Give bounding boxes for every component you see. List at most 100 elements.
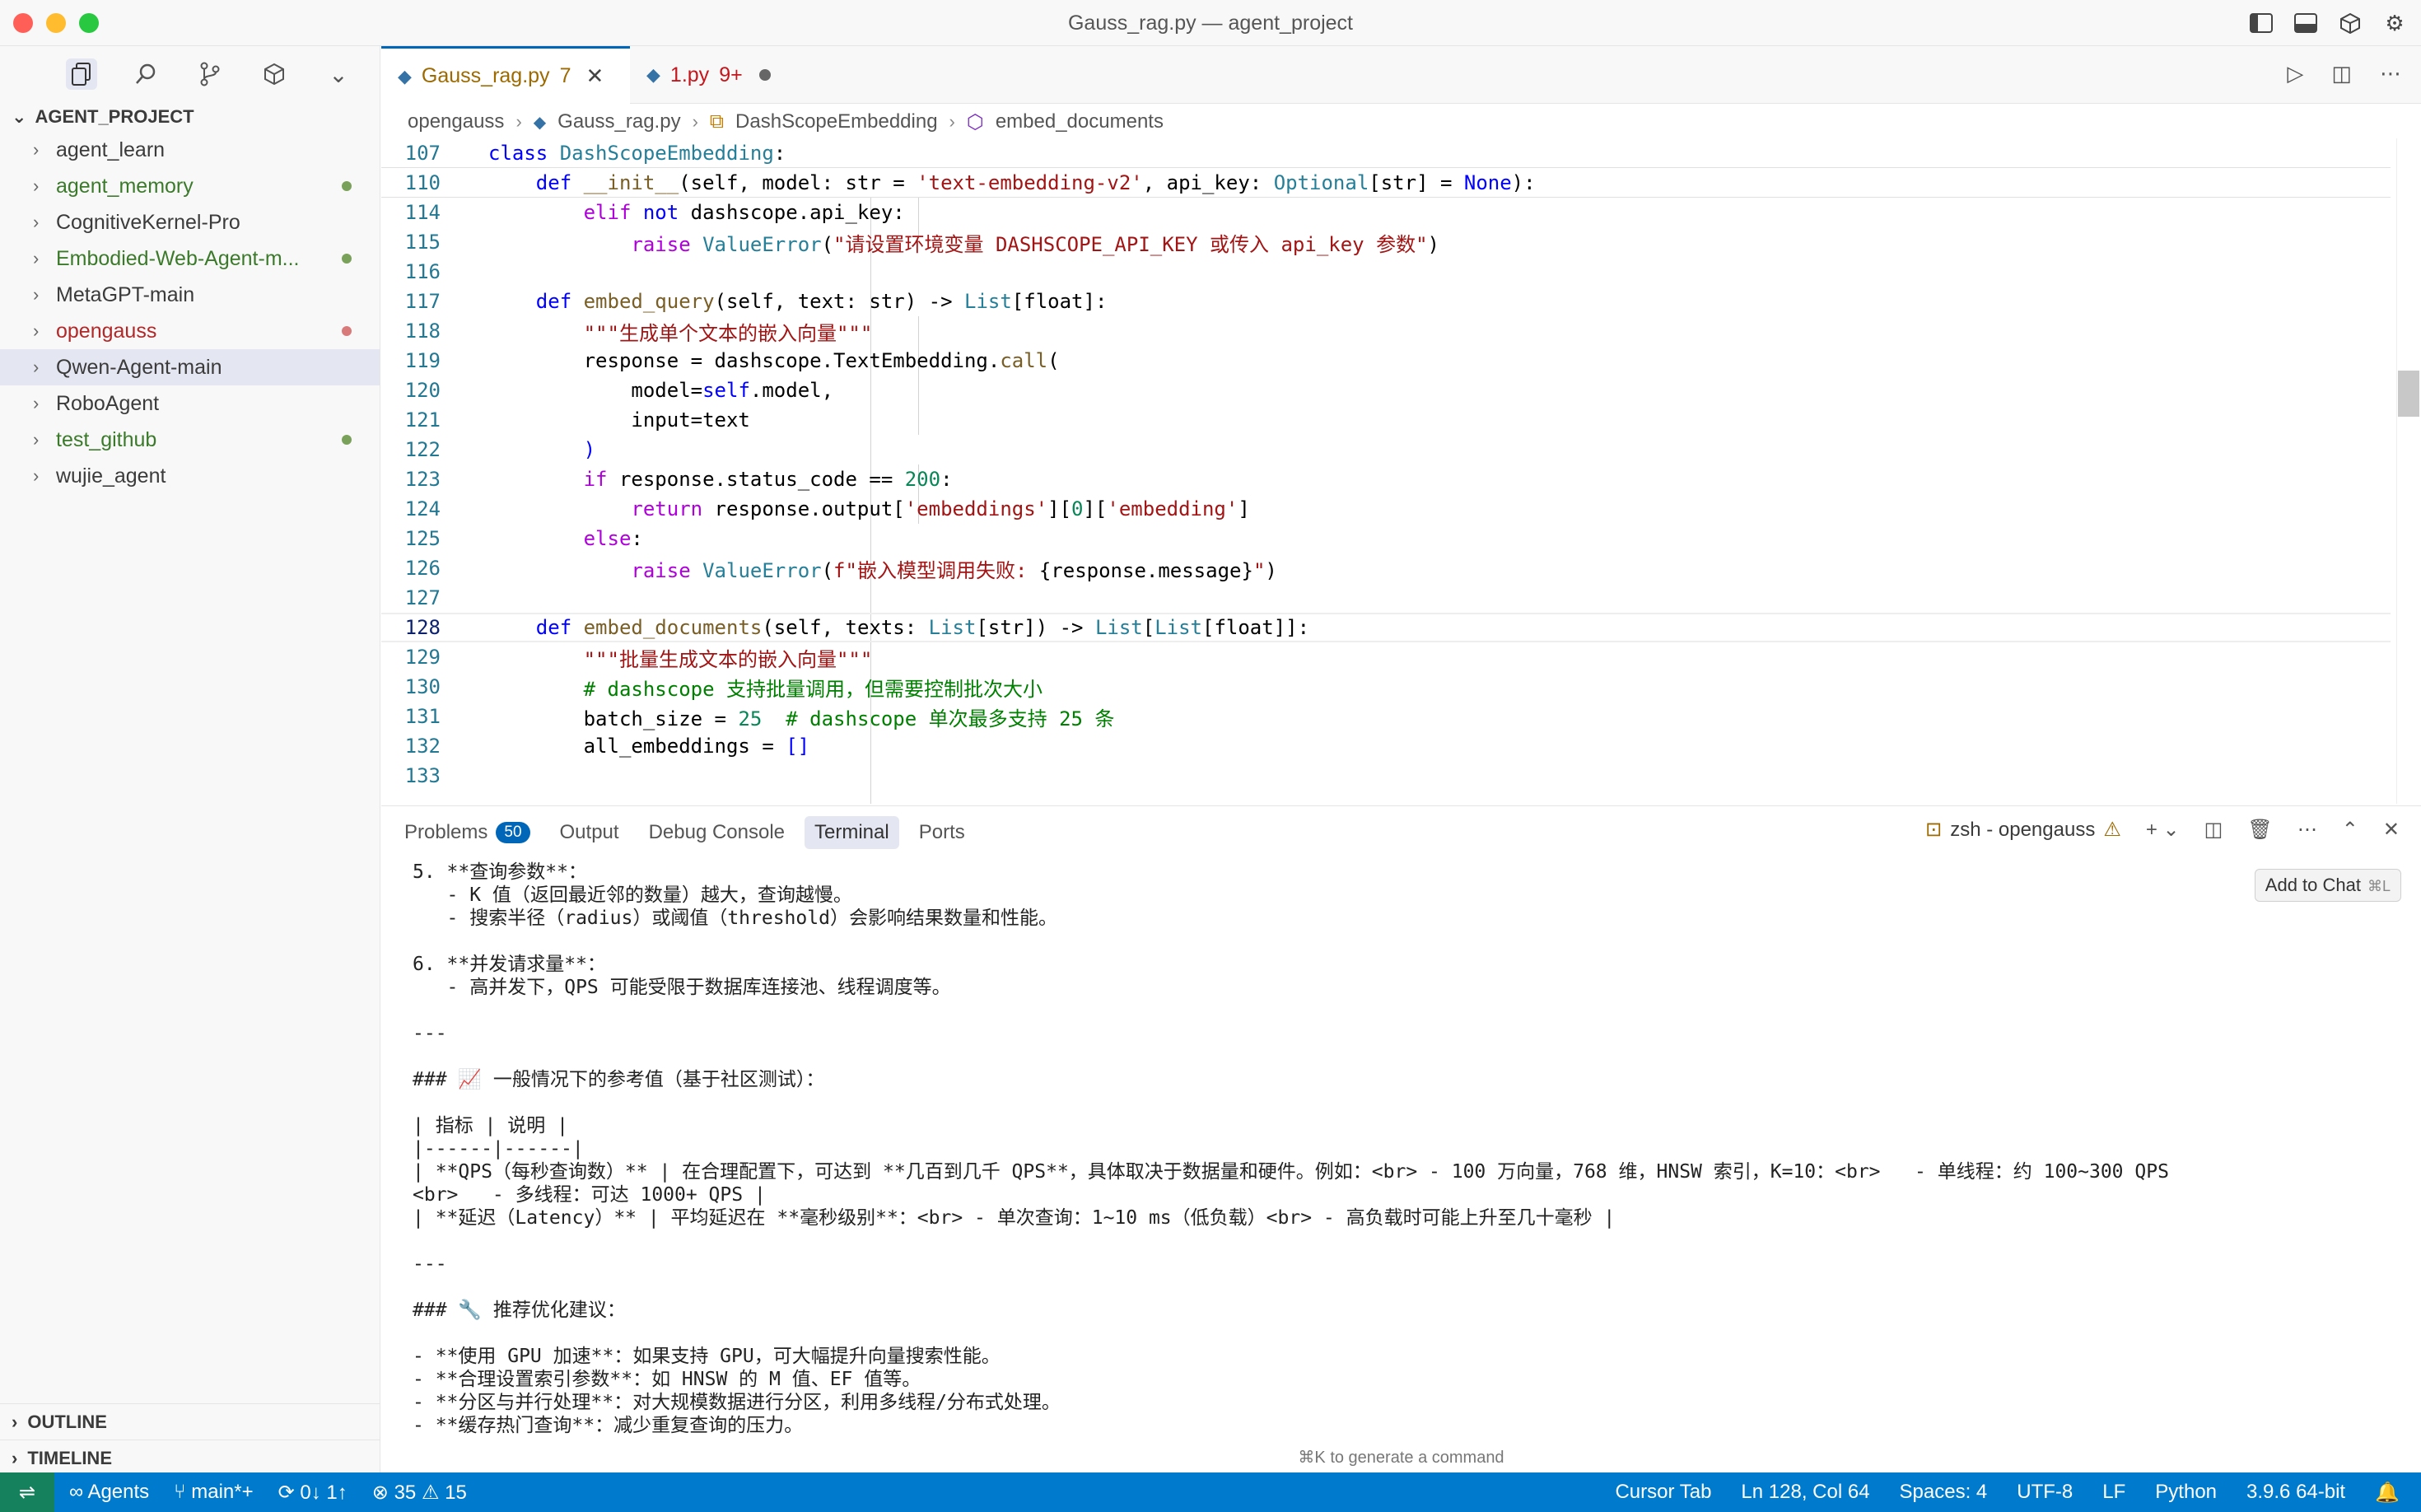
source-control-icon[interactable] xyxy=(194,58,226,90)
folder-item-agent-learn[interactable]: › agent_learn xyxy=(0,132,380,168)
remote-indicator-icon[interactable]: ⇌ xyxy=(0,1472,54,1512)
code-line[interactable]: 127 xyxy=(381,583,2391,613)
folder-item-cognitivekernel-pro[interactable]: › CognitiveKernel-Pro xyxy=(0,204,380,240)
encoding-item[interactable]: UTF-8 xyxy=(2017,1481,2073,1504)
chevron-right-icon: › xyxy=(33,175,40,196)
method-symbol-icon: ⬡ xyxy=(966,110,984,133)
trash-icon[interactable]: 🗑 xyxy=(2247,818,2272,842)
explorer-files-icon[interactable] xyxy=(66,58,97,90)
code-line[interactable]: 124 return response.output['embeddings']… xyxy=(381,494,2391,524)
editor-scroll-thumb[interactable] xyxy=(2398,371,2419,417)
explorer-sidebar: ⌄ ⌄ AGENT_PROJECT › agent_learn › agent_… xyxy=(0,46,380,1472)
outline-section-header[interactable]: › OUTLINE xyxy=(0,1403,380,1440)
split-terminal-icon[interactable]: ◫ xyxy=(2204,818,2223,842)
code-line[interactable]: 122 ) xyxy=(381,435,2391,464)
folder-item-roboagent[interactable]: › RoboAgent xyxy=(0,385,380,422)
chevron-right-icon: › xyxy=(33,320,40,341)
toggle-primary-sidebar-icon[interactable] xyxy=(2248,10,2274,36)
folder-item-test-github[interactable]: › test_github xyxy=(0,422,380,458)
tab-ports[interactable]: Ports xyxy=(909,816,975,849)
code-line[interactable]: 126 raise ValueError(f"嵌入模型调用失败: {respon… xyxy=(381,553,2391,583)
code-line[interactable]: 131 batch_size = 25 # dashscope 单次最多支持 2… xyxy=(381,702,2391,731)
folder-item-wujie-agent[interactable]: › wujie_agent xyxy=(0,458,380,494)
problems-status-item[interactable]: ⊗ 35 ⚠ 15 xyxy=(372,1481,467,1505)
indentation-item[interactable]: Spaces: 4 xyxy=(1900,1481,1988,1504)
code-line[interactable]: 129 """批量生成文本的嵌入向量""" xyxy=(381,642,2391,672)
interpreter-item[interactable]: 3.9.6 64-bit xyxy=(2246,1481,2345,1504)
more-actions-icon[interactable]: ⋯ xyxy=(2297,818,2317,842)
toggle-panel-icon[interactable] xyxy=(2293,10,2319,36)
code-line[interactable]: 116 xyxy=(381,257,2391,287)
sync-status-item[interactable]: ⟳ 0↓ 1↑ xyxy=(278,1481,348,1505)
folder-item-embodied-web-agent[interactable]: › Embodied-Web-Agent-m... xyxy=(0,240,380,277)
folder-item-agent-memory[interactable]: › agent_memory xyxy=(0,168,380,204)
code-line[interactable]: 132 all_embeddings = [] xyxy=(381,731,2391,761)
tab-gauss-rag[interactable]: ◆ Gauss_rag.py 7 ✕ xyxy=(381,46,630,104)
code-line-current[interactable]: 128 def embed_documents(self, texts: Lis… xyxy=(381,613,2391,642)
eol-item[interactable]: LF xyxy=(2102,1481,2125,1504)
notifications-bell-icon[interactable]: 🔔 xyxy=(2375,1481,2400,1505)
breadcrumb-item[interactable]: embed_documents xyxy=(996,110,1164,133)
chevron-right-icon: › xyxy=(515,111,522,132)
search-icon[interactable] xyxy=(130,58,161,90)
code-line[interactable]: 110 def __init__(self, model: str = 'tex… xyxy=(381,168,2391,198)
settings-gear-icon[interactable]: ⚙ xyxy=(2381,10,2408,36)
code-line[interactable]: 117 def embed_query(self, text: str) -> … xyxy=(381,287,2391,316)
maximize-panel-icon[interactable]: ⌃ xyxy=(2342,818,2358,842)
terminal-output[interactable]: 5. **查询参数**： - K 值（返回最近邻的数量）越大，查询越慢。 - 搜… xyxy=(413,861,2389,1437)
timeline-section-header[interactable]: › TIMELINE xyxy=(0,1440,380,1476)
cursor-tab-item[interactable]: Cursor Tab xyxy=(1615,1481,1711,1504)
folder-item-qwen-agent-main[interactable]: › Qwen-Agent-main xyxy=(0,349,380,385)
panel-tab-strip: Problems 50 Output Debug Console Termina… xyxy=(394,816,975,849)
tab-terminal[interactable]: Terminal xyxy=(805,816,899,849)
terminal-selector[interactable]: ⊡ zsh - opengauss ⚠ xyxy=(1925,818,2121,842)
code-line[interactable]: 123 if response.status_code == 200: xyxy=(381,464,2391,494)
python-file-icon: ◆ xyxy=(533,113,547,132)
tab-problems[interactable]: Problems 50 xyxy=(394,816,540,849)
code-line[interactable]: 130 # dashscope 支持批量调用，但需要控制批次大小 xyxy=(381,672,2391,702)
code-line[interactable]: 107 class DashScopeEmbedding: xyxy=(381,138,2391,168)
folder-item-opengauss[interactable]: › opengauss xyxy=(0,313,380,349)
code-line[interactable]: 118 """生成单个文本的嵌入向量""" xyxy=(381,316,2391,346)
code-line[interactable]: 125 else: xyxy=(381,524,2391,553)
code-line[interactable]: 114 elif not dashscope.api_key: xyxy=(381,198,2391,227)
breadcrumb-item[interactable]: Gauss_rag.py xyxy=(557,110,680,133)
language-mode-item[interactable]: Python xyxy=(2155,1481,2217,1504)
close-tab-icon[interactable]: ✕ xyxy=(585,63,604,89)
tab-1-py[interactable]: ◆ 1.py 9+ xyxy=(630,46,795,104)
cursor-position-item[interactable]: Ln 128, Col 64 xyxy=(1741,1481,1869,1504)
code-editor[interactable]: 107 class DashScopeEmbedding: 110 def __… xyxy=(381,138,2421,804)
terminal-line: - **使用 GPU 加速**：如果支持 GPU，可大幅提升向量搜索性能。 xyxy=(413,1346,1001,1367)
generate-command-hint[interactable]: ⌘K to generate a command xyxy=(381,1441,2421,1472)
tab-debug-console[interactable]: Debug Console xyxy=(639,816,795,849)
agents-item[interactable]: ∞ Agents xyxy=(69,1481,149,1504)
chevron-right-icon: › xyxy=(33,284,40,305)
editor-scrollbar[interactable] xyxy=(2396,138,2421,804)
code-line[interactable]: 121 input=text xyxy=(381,405,2391,435)
terminal-line: <br> - 多线程：可达 1000+ QPS | xyxy=(413,1184,766,1206)
split-editor-icon[interactable]: ◫ xyxy=(2331,61,2352,86)
tab-output[interactable]: Output xyxy=(550,816,629,849)
explorer-project-header[interactable]: ⌄ AGENT_PROJECT xyxy=(0,102,380,132)
chevron-right-icon: › xyxy=(12,1447,18,1468)
chevron-right-icon: › xyxy=(33,212,40,232)
cube-icon[interactable] xyxy=(2337,10,2363,36)
new-terminal-icon[interactable]: + ⌄ xyxy=(2146,818,2180,842)
breadcrumb-item[interactable]: DashScopeEmbedding xyxy=(735,110,938,133)
code-line[interactable]: 133 xyxy=(381,761,2391,791)
more-actions-icon[interactable]: ⋯ xyxy=(2380,61,2401,86)
code-line[interactable]: 120 model=self.model, xyxy=(381,376,2391,405)
modified-dot xyxy=(342,181,352,191)
extensions-icon[interactable] xyxy=(259,58,290,90)
folder-item-metagpt-main[interactable]: › MetaGPT-main xyxy=(0,277,380,313)
unsaved-dot-icon[interactable] xyxy=(758,69,771,81)
code-line[interactable]: 119 response = dashscope.TextEmbedding.c… xyxy=(381,346,2391,376)
git-branch-item[interactable]: ⑂ main*+ xyxy=(174,1481,253,1504)
close-panel-icon[interactable]: ✕ xyxy=(2383,818,2400,842)
code-line[interactable]: 115 raise ValueError("请设置环境变量 DASHSCOPE_… xyxy=(381,227,2391,257)
run-icon[interactable]: ▷ xyxy=(2287,61,2303,86)
breadcrumb-item[interactable]: opengauss xyxy=(408,110,504,133)
chevron-down-icon[interactable]: ⌄ xyxy=(323,58,354,90)
